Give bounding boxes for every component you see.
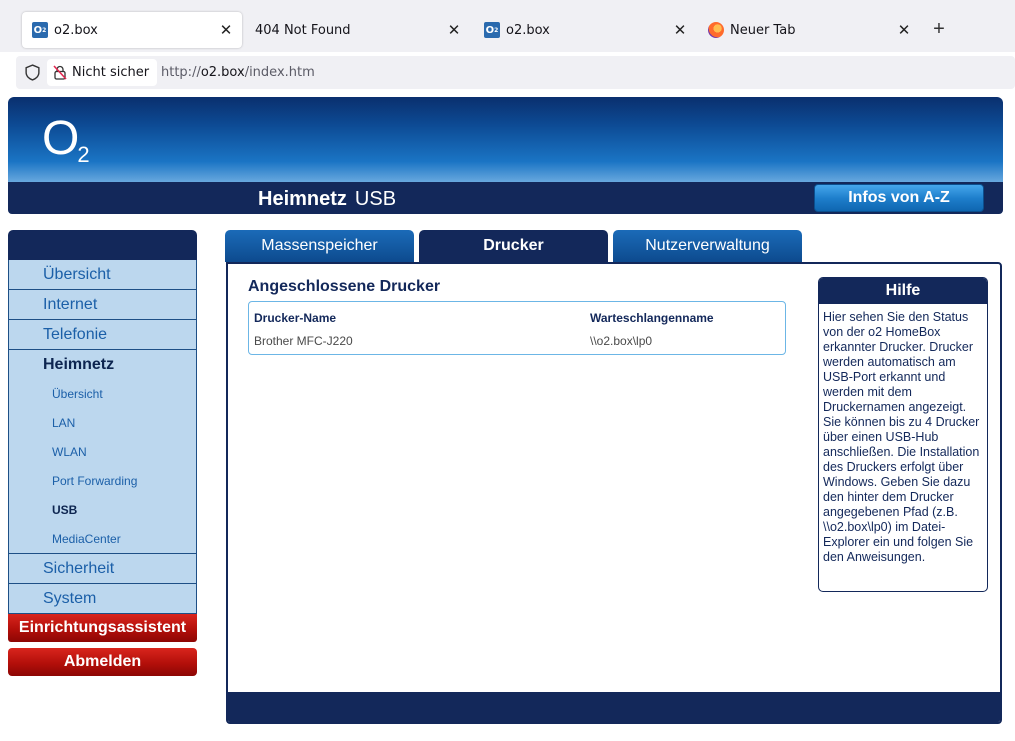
help-title: Hilfe bbox=[819, 278, 987, 304]
o2-favicon-icon: O2 bbox=[32, 22, 48, 38]
help-text: Hier sehen Sie den Status von der o2 Hom… bbox=[823, 310, 980, 564]
browser-tab-404[interactable]: 404 Not Found ✕ bbox=[248, 12, 470, 48]
browser-tab-title: Neuer Tab bbox=[730, 22, 796, 38]
sidebar-item-telefonie[interactable]: Telefonie bbox=[8, 320, 197, 350]
tab-nutzerverwaltung[interactable]: Nutzerverwaltung bbox=[613, 230, 802, 262]
queue-name-cell: \\o2.box\lp0 bbox=[590, 334, 653, 348]
content-footer bbox=[228, 692, 1000, 722]
security-indicator[interactable]: Nicht sicher bbox=[47, 59, 158, 86]
browser-tabstrip: O2 o2.box ✕ 404 Not Found ✕ O2 o2.box ✕ … bbox=[0, 0, 1015, 52]
sidebar-item-internet[interactable]: Internet bbox=[8, 290, 197, 320]
sidebar-subitem-wlan[interactable]: WLAN bbox=[8, 438, 197, 467]
breadcrumb-section: Heimnetz bbox=[258, 188, 347, 210]
url-scheme: http:// bbox=[161, 65, 201, 80]
sidebar-subitem-mediacenter[interactable]: MediaCenter bbox=[8, 525, 197, 554]
browser-tab-o2box[interactable]: O2 o2.box ✕ bbox=[22, 12, 242, 48]
o2-logo-letter: O bbox=[42, 112, 80, 165]
o2-favicon-icon: O2 bbox=[484, 22, 500, 38]
url-bar[interactable]: Nicht sicher http://o2.box/index.htm bbox=[16, 56, 1015, 89]
o2-logo[interactable]: O2 bbox=[42, 112, 90, 166]
shield-icon[interactable] bbox=[24, 64, 41, 81]
close-tab-icon[interactable]: ✕ bbox=[216, 21, 236, 39]
sidebar-subitem-port-forwarding[interactable]: Port Forwarding bbox=[8, 467, 197, 496]
content-panel: Angeschlossene Drucker Drucker-Name Wart… bbox=[226, 262, 1002, 724]
url-host: o2.box bbox=[200, 65, 245, 80]
sidebar-subitem-lan[interactable]: LAN bbox=[8, 409, 197, 438]
browser-tab-title: 404 Not Found bbox=[255, 22, 351, 38]
sidebar-nav: Übersicht Internet Telefonie Heimnetz Üb… bbox=[8, 260, 197, 614]
url-text[interactable]: http://o2.box/index.htm bbox=[161, 65, 315, 80]
browser-tab-o2box-2[interactable]: O2 o2.box ✕ bbox=[474, 12, 696, 48]
url-path: /index.htm bbox=[244, 65, 315, 80]
logout-button[interactable]: Abmelden bbox=[8, 648, 197, 676]
close-tab-icon[interactable]: ✕ bbox=[894, 21, 914, 39]
section-title: Angeschlossene Drucker bbox=[248, 278, 441, 295]
help-box: Hilfe Hier sehen Sie den Status von der … bbox=[818, 277, 988, 592]
insecure-lock-icon bbox=[53, 65, 67, 80]
browser-tab-new[interactable]: Neuer Tab ✕ bbox=[698, 12, 920, 48]
breadcrumb: Heimnetz USB bbox=[258, 188, 396, 211]
printer-table: Drucker-Name Warteschlangenname Brother … bbox=[248, 301, 786, 355]
breadcrumb-page: USB bbox=[354, 188, 397, 210]
sidebar-item-sicherheit[interactable]: Sicherheit bbox=[8, 554, 197, 584]
column-header-queue-name: Warteschlangenname bbox=[590, 311, 714, 325]
sidebar-subitem-uebersicht[interactable]: Übersicht bbox=[8, 380, 197, 409]
printer-name-cell: Brother MFC-J220 bbox=[254, 334, 353, 348]
setup-wizard-button[interactable]: Einrichtungsassistent bbox=[8, 614, 197, 642]
new-tab-button[interactable]: + bbox=[928, 18, 950, 41]
security-label: Nicht sicher bbox=[72, 65, 150, 80]
sidebar-subitem-usb[interactable]: USB bbox=[8, 496, 197, 525]
infos-a-z-button[interactable]: Infos von A-Z bbox=[814, 184, 984, 212]
close-tab-icon[interactable]: ✕ bbox=[670, 21, 690, 39]
sidebar-item-uebersicht[interactable]: Übersicht bbox=[8, 260, 197, 290]
sidebar-header bbox=[8, 230, 197, 260]
sidebar-item-heimnetz[interactable]: Heimnetz bbox=[8, 350, 197, 380]
firefox-icon bbox=[708, 22, 724, 38]
column-header-printer-name: Drucker-Name bbox=[254, 311, 337, 325]
browser-tab-title: o2.box bbox=[54, 22, 98, 38]
o2-header: O2 Heimnetz USB Infos von A-Z bbox=[8, 97, 1003, 214]
tab-massenspeicher[interactable]: Massenspeicher bbox=[225, 230, 414, 262]
o2-logo-sub: 2 bbox=[77, 142, 90, 167]
browser-tab-title: o2.box bbox=[506, 22, 550, 38]
sidebar-item-system[interactable]: System bbox=[8, 584, 197, 614]
header-bar: Heimnetz USB Infos von A-Z bbox=[8, 182, 1003, 214]
tab-drucker[interactable]: Drucker bbox=[419, 230, 608, 262]
close-tab-icon[interactable]: ✕ bbox=[444, 21, 464, 39]
